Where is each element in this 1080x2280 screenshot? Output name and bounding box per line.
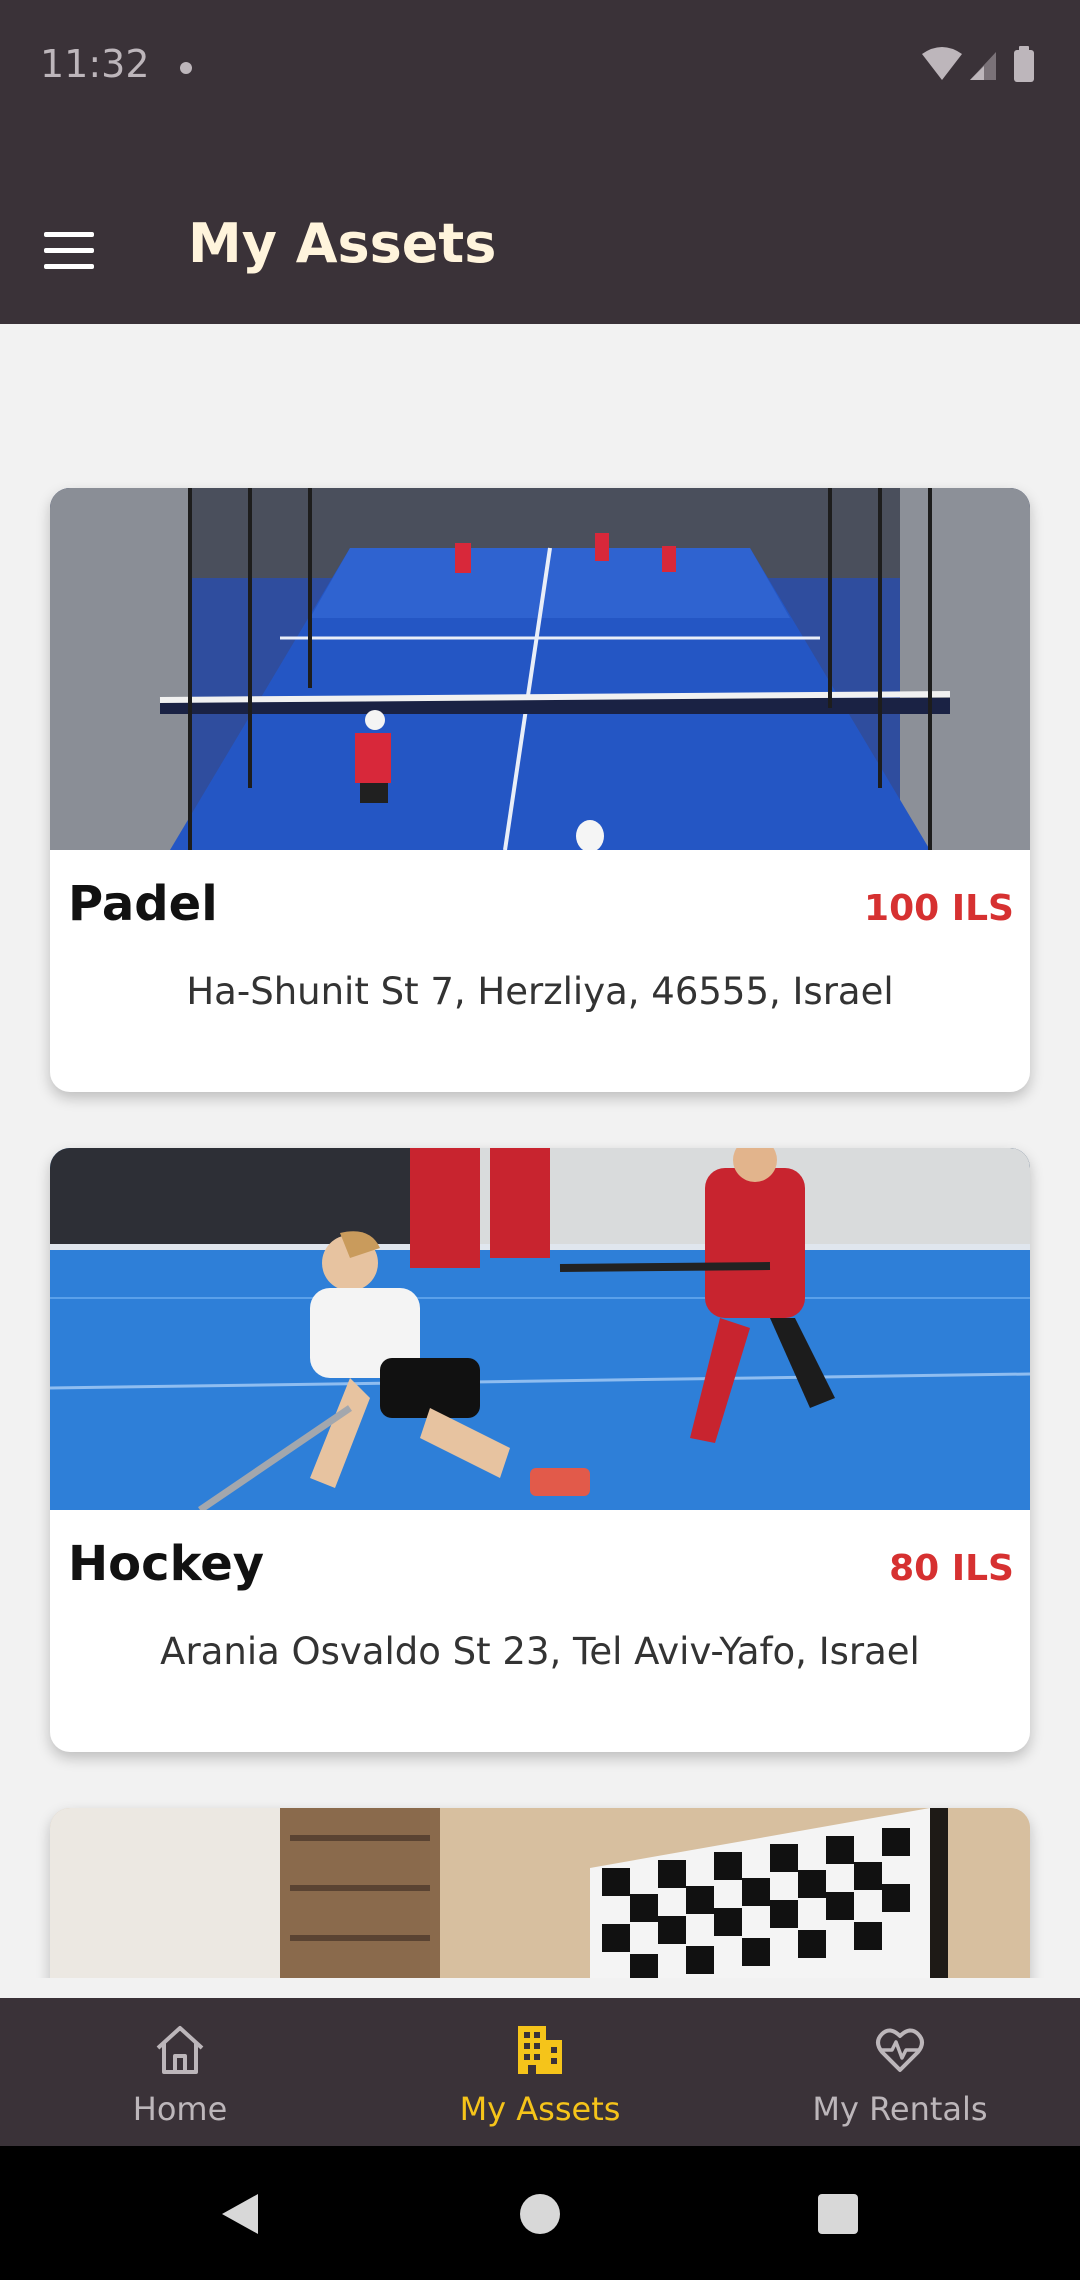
building-icon (518, 2026, 562, 2074)
nav-label: My Rentals (812, 2090, 988, 2128)
asset-card[interactable] (50, 1808, 1030, 1978)
asset-name: Padel (68, 876, 218, 932)
asset-card[interactable]: Padel 100 ILS Ha-Shunit St 7, Herzliya, … (50, 488, 1030, 1092)
cellular-signal-icon (970, 52, 996, 80)
asset-card[interactable]: Hockey 80 ILS Arania Osvaldo St 23, Tel … (50, 1148, 1030, 1752)
recent-apps-icon[interactable] (818, 2194, 858, 2234)
asset-address: Ha-Shunit St 7, Herzliya, 46555, Israel (186, 970, 894, 1013)
chess-room-photo (50, 1808, 1030, 1978)
status-icons (922, 46, 1034, 82)
status-bar: 11:32 (0, 0, 1080, 136)
asset-price: 80 ILS (889, 1548, 1014, 1589)
padel-court-photo (50, 488, 1030, 850)
battery-icon (1014, 46, 1034, 82)
notification-dot-icon (180, 62, 192, 74)
status-time: 11:32 (40, 42, 150, 86)
asset-address: Arania Osvaldo St 23, Tel Aviv-Yafo, Isr… (160, 1630, 920, 1673)
system-navigation-bar (0, 2146, 1080, 2280)
home-button-icon[interactable] (520, 2194, 560, 2234)
back-icon[interactable] (218, 2190, 262, 2238)
page-title: My Assets (188, 212, 497, 275)
asset-price: 100 ILS (864, 888, 1014, 929)
nav-item-my-rentals[interactable]: My Rentals (720, 1998, 1080, 2146)
field-hockey-photo (50, 1148, 1030, 1510)
heart-pulse-icon (876, 2028, 924, 2072)
wifi-icon (922, 47, 962, 80)
nav-item-home[interactable]: Home (0, 1998, 360, 2146)
bottom-navigation: Home My Assets My Rentals (0, 1998, 1080, 2146)
nav-item-my-assets[interactable]: My Assets (360, 1998, 720, 2146)
nav-label: My Assets (459, 2090, 621, 2128)
asset-name: Hockey (68, 1536, 265, 1592)
assets-list[interactable]: Padel 100 ILS Ha-Shunit St 7, Herzliya, … (0, 324, 1080, 1978)
menu-icon[interactable] (44, 232, 98, 272)
nav-label: Home (132, 2090, 228, 2128)
home-icon (156, 2026, 204, 2074)
app-bar: My Assets (0, 136, 1080, 324)
